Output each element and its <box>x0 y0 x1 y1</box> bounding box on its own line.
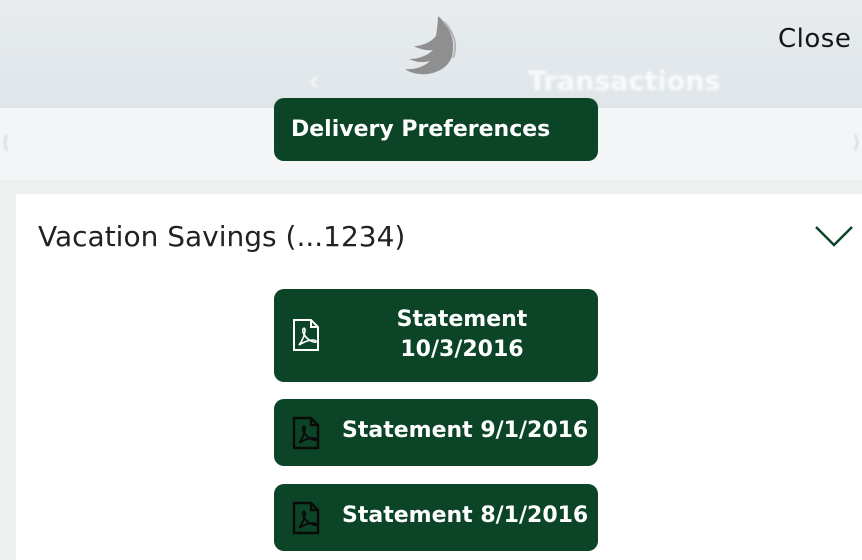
account-name: Vacation Savings (...1234) <box>38 220 406 253</box>
statement-label: Statement 8/1/2016 <box>342 503 589 528</box>
delivery-preferences-button[interactable]: Delivery Preferences <box>274 98 598 161</box>
close-button[interactable]: Close <box>778 24 851 54</box>
statement-button[interactable]: Statement 9/1/2016 <box>274 399 598 466</box>
eagle-wing-logo-icon <box>405 16 457 75</box>
pdf-icon <box>293 319 319 351</box>
background-back-icon: ‹ <box>308 64 320 99</box>
statement-button[interactable]: Statement 10/3/2016 <box>274 289 598 382</box>
statement-label: Statement 9/1/2016 <box>342 418 589 443</box>
chevron-down-icon[interactable] <box>814 224 854 248</box>
pdf-icon <box>292 501 320 535</box>
statement-label: Statement 10/3/2016 <box>354 305 570 365</box>
statement-label-line1: Statement <box>396 307 528 332</box>
background-title: Transactions <box>528 66 721 97</box>
background-bar-right-mark: ⟩ <box>852 132 860 153</box>
delivery-preferences-label: Delivery Preferences <box>291 117 551 142</box>
statement-button[interactable]: Statement 8/1/2016 <box>274 484 598 551</box>
pdf-icon <box>292 416 320 450</box>
statement-label-line2: 10/3/2016 <box>400 337 524 362</box>
background-bar-left-mark: ⟨ <box>2 132 10 153</box>
app-screen: ‹ Transactions ⟨ ⟩ Close Delivery Prefer… <box>0 0 862 560</box>
